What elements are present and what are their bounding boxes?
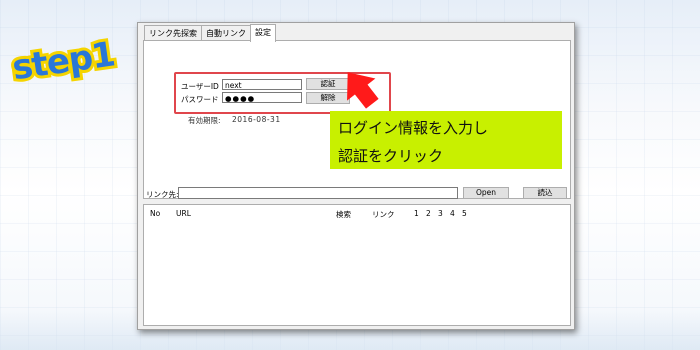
- pointer-arrow-icon: [347, 72, 379, 109]
- instruction-callout: ログイン情報を入力し 認証をクリック: [330, 111, 562, 169]
- column-header-1[interactable]: 1: [414, 209, 419, 218]
- expiry-label: 有効期限:: [188, 116, 221, 125]
- tab-settings[interactable]: 設定: [250, 24, 276, 42]
- column-header-5[interactable]: 5: [462, 209, 467, 218]
- open-button[interactable]: Open: [463, 187, 509, 199]
- step1-logo-text: step1: [10, 36, 117, 82]
- column-header-link[interactable]: リンク: [372, 209, 395, 220]
- step1-logo: step1: [6, 36, 134, 82]
- column-header-no[interactable]: No: [150, 209, 160, 218]
- password-label: パスワード: [181, 95, 219, 104]
- expiry-date: 2016-08-31: [232, 115, 281, 124]
- column-header-search[interactable]: 検索: [336, 209, 351, 220]
- load-button[interactable]: 読込: [523, 187, 567, 199]
- link-target-label: リンク先:: [146, 190, 179, 199]
- user-id-label: ユーザーID: [181, 82, 219, 91]
- column-header-url[interactable]: URL: [176, 209, 191, 218]
- callout-line-1: ログイン情報を入力し: [338, 119, 489, 137]
- user-id-input[interactable]: next: [222, 79, 302, 90]
- password-input[interactable]: ●●●●: [222, 92, 302, 103]
- callout-line-2: 認証をクリック: [338, 147, 444, 165]
- column-header-4[interactable]: 4: [450, 209, 455, 218]
- link-table[interactable]: No URL 検索 リンク 1 2 3 4 5: [143, 204, 571, 326]
- column-header-2[interactable]: 2: [426, 209, 431, 218]
- tab-bar: リンク先探索 自動リンク 設定: [144, 24, 276, 42]
- link-target-input[interactable]: [178, 187, 458, 199]
- column-header-3[interactable]: 3: [438, 209, 443, 218]
